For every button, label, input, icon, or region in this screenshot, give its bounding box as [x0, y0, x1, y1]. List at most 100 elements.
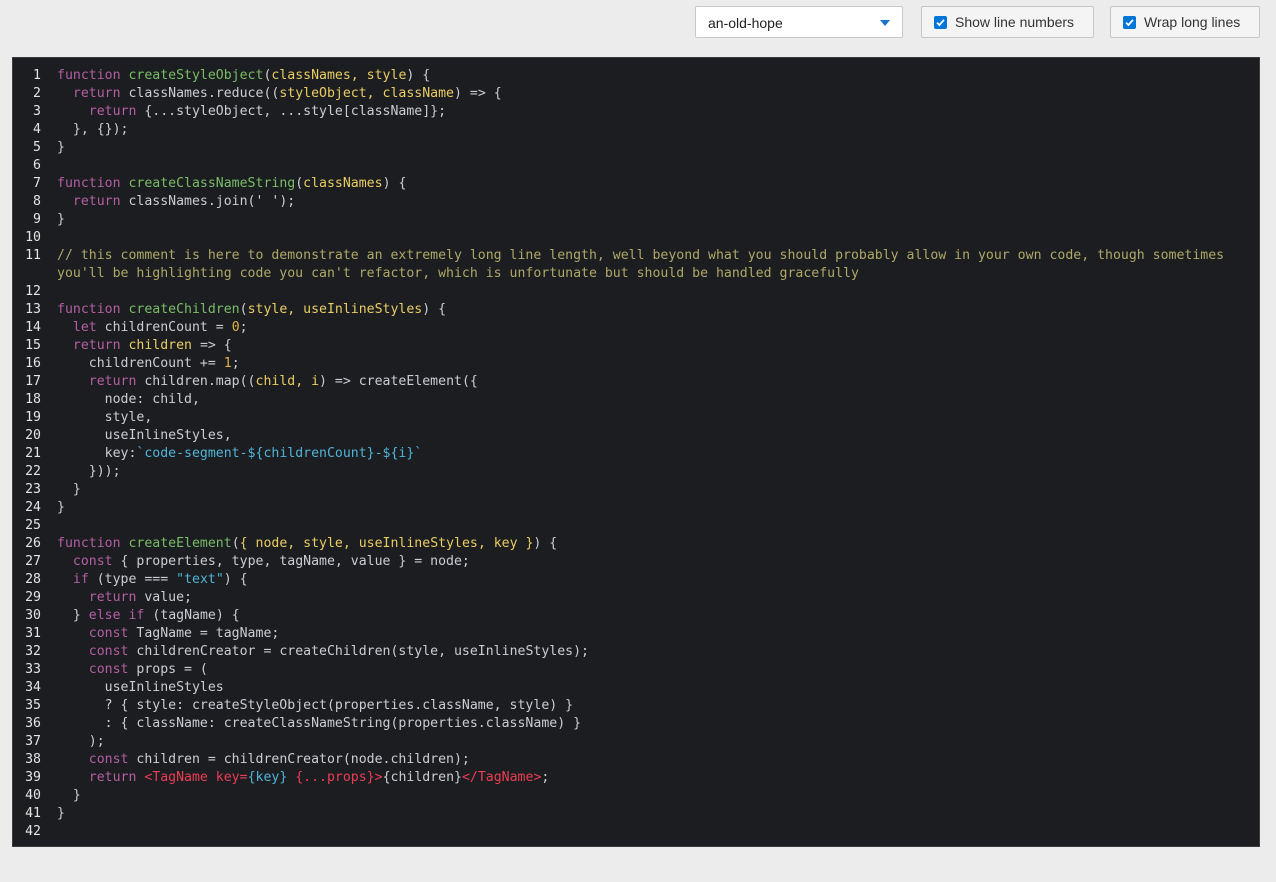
code-token: children.map(( [144, 374, 256, 389]
line-source: return children.map((child, i) => create… [57, 373, 1242, 391]
code-token: return [88, 590, 145, 605]
line-number: 4 [33, 122, 41, 137]
line-source: } [57, 787, 1242, 805]
line-number: 10 [25, 230, 41, 245]
code-token: const [72, 554, 121, 569]
code-token: style, [57, 410, 153, 425]
code-token: useInlineStyles [57, 680, 224, 695]
code-token: let [72, 320, 105, 335]
line-number: 26 [25, 536, 41, 551]
code-token: else if [88, 608, 153, 623]
code-token: }, {}); [57, 122, 129, 137]
code-token: childrenCount += [57, 356, 224, 371]
code-line: 19 style, [13, 409, 1259, 427]
code-token: // this comment is here to demonstrate a… [57, 248, 1233, 281]
code-token: })); [57, 464, 121, 479]
checkbox-checked-icon[interactable] [1123, 15, 1136, 29]
code-line: 36 : { className: createClassNameString(… [13, 715, 1259, 733]
line-source: } else if (tagName) { [57, 607, 1242, 625]
line-source: const childrenCreator = createChildren(s… [57, 643, 1242, 661]
line-number: 39 [25, 770, 41, 785]
line-source: const children = childrenCreator(node.ch… [57, 751, 1242, 769]
code-token: ; [239, 320, 248, 335]
code-line: 4 }, {}); [13, 121, 1259, 139]
code-token: `code-segment-${childrenCount}-${i}` [136, 446, 423, 461]
code-token: ) => { [454, 86, 502, 101]
code-line: 16 childrenCount += 1; [13, 355, 1259, 373]
code-line: 10 [13, 229, 1259, 247]
code-token: const [88, 626, 137, 641]
code-line: 31 const TagName = tagName; [13, 625, 1259, 643]
code-token: node: child, [57, 392, 200, 407]
line-number: 29 [25, 590, 41, 605]
line-number: 32 [25, 644, 41, 659]
line-source: })); [57, 463, 1242, 481]
code-line: 11 // this comment is here to demonstrate… [13, 247, 1259, 283]
line-source: return classNames.join(' '); [57, 193, 1242, 211]
code-token: { node, style, useInlineStyles, key } [239, 536, 534, 551]
line-number: 34 [25, 680, 41, 695]
code-token: return [72, 194, 129, 209]
code-line: 25 [13, 517, 1259, 535]
code-line: 17 return children.map((child, i) => cre… [13, 373, 1259, 391]
wrap-long-lines-toggle[interactable]: Wrap long lines [1110, 6, 1260, 38]
line-source: // this comment is here to demonstrate a… [57, 247, 1242, 283]
code-token: return [72, 338, 129, 353]
line-source: key:`code-segment-${childrenCount}-${i}` [57, 445, 1242, 463]
line-source: } [57, 499, 1242, 517]
line-number: 41 [25, 806, 41, 821]
code-token: } [57, 806, 65, 821]
show-line-numbers-toggle[interactable]: Show line numbers [921, 6, 1094, 38]
code-token: style, useInlineStyles [247, 302, 423, 317]
line-number: 22 [25, 464, 41, 479]
line-source: useInlineStyles, [57, 427, 1242, 445]
code-token: ; [231, 356, 240, 371]
line-source [57, 283, 1242, 301]
line-source: let childrenCount = 0; [57, 319, 1242, 337]
line-source [57, 517, 1242, 535]
line-number: 1 [33, 68, 41, 83]
code-token: ( [295, 176, 304, 191]
line-number: 38 [25, 752, 41, 767]
code-line: 3 return {...styleObject, ...style[class… [13, 103, 1259, 121]
code-token: : { className: createClassNameString(pro… [57, 716, 582, 731]
line-source: return <TagName key={key} {...props}>{ch… [57, 769, 1242, 787]
line-source: return value; [57, 589, 1242, 607]
code-line: 41} [13, 805, 1259, 823]
code-token: } [57, 140, 65, 155]
line-source: const { properties, type, tagName, value… [57, 553, 1242, 571]
code-line: 28 if (type === "text") { [13, 571, 1259, 589]
line-source: } [57, 805, 1242, 823]
code-line: 1 function createStyleObject(classNames, … [13, 67, 1259, 85]
theme-select[interactable]: an-old-hope [695, 6, 903, 38]
code-token: classNames.reduce(( [128, 86, 280, 101]
code-token: </TagName> [461, 770, 542, 785]
line-source [57, 229, 1242, 247]
code-line: 23 } [13, 481, 1259, 499]
line-number: 15 [25, 338, 41, 353]
line-source: return classNames.reduce((styleObject, c… [57, 85, 1242, 103]
code-token: <TagName key= [144, 770, 248, 785]
code-token: classNames [303, 176, 383, 191]
code-token: ) { [382, 176, 407, 191]
checkbox-checked-icon[interactable] [934, 15, 947, 29]
toolbar: an-old-hope Show line numbers Wrap long … [0, 6, 1276, 40]
code-line: 38 const children = childrenCreator(node… [13, 751, 1259, 769]
code-line: 21 key:`code-segment-${childrenCount}-${… [13, 445, 1259, 463]
code-token: props = ( [136, 662, 208, 677]
line-number: 11 [25, 248, 41, 263]
code-line: 15 return children => { [13, 337, 1259, 355]
line-source: : { className: createClassNameString(pro… [57, 715, 1242, 733]
code-token: classNames.join(' '); [128, 194, 296, 209]
code-token: createElement [128, 536, 232, 551]
show-line-numbers-label: Show line numbers [955, 14, 1075, 30]
line-number: 23 [25, 482, 41, 497]
code-line: 26 function createElement({ node, style, … [13, 535, 1259, 553]
code-line: 7 function createClassNameString(classNam… [13, 175, 1259, 193]
code-line: 34 useInlineStyles [13, 679, 1259, 697]
line-source: style, [57, 409, 1242, 427]
